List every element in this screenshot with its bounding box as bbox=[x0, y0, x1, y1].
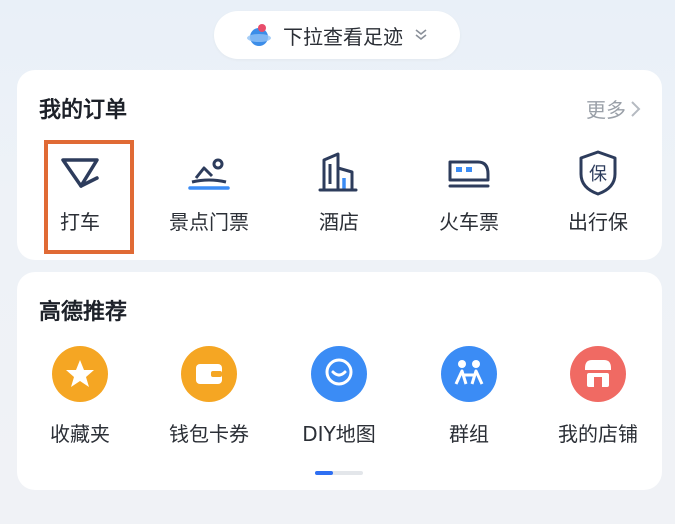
recommend-item-group[interactable]: 群组 bbox=[409, 344, 529, 447]
order-item-label: 出行保 bbox=[568, 210, 628, 234]
recommend-item-label: 钱包卡券 bbox=[169, 422, 249, 446]
scenic-ticket-icon bbox=[188, 158, 230, 190]
recommend-item-label: 群组 bbox=[449, 422, 489, 446]
order-item-train[interactable]: 火车票 bbox=[409, 148, 529, 235]
wallet-icon bbox=[181, 346, 237, 402]
order-item-label: 酒店 bbox=[319, 210, 359, 234]
more-label: 更多 bbox=[586, 98, 626, 122]
recommend-item-my-shop[interactable]: 我的店铺 bbox=[538, 344, 658, 447]
travel-insurance-icon: 保 bbox=[579, 150, 617, 196]
order-item-label: 火车票 bbox=[439, 210, 499, 234]
star-icon bbox=[52, 346, 108, 402]
recommend-item-label: 收藏夹 bbox=[50, 422, 110, 446]
map-pin-icon bbox=[311, 346, 367, 402]
recommend-item-label: DIY地图 bbox=[302, 422, 376, 446]
recommend-item-label: 我的店铺 bbox=[558, 422, 638, 446]
recommend-item-diy-map[interactable]: DIY地图 bbox=[279, 344, 399, 447]
recommend-item-wallet[interactable]: 钱包卡券 bbox=[149, 344, 269, 447]
hotel-icon bbox=[318, 152, 358, 192]
svg-text:保: 保 bbox=[589, 164, 607, 185]
order-item-travel-insurance[interactable]: 保 出行保 bbox=[538, 148, 658, 235]
page-indicator bbox=[315, 471, 363, 475]
more-orders-link[interactable]: 更多 bbox=[586, 94, 642, 123]
page-indicator-active bbox=[315, 471, 333, 475]
chevron-right-icon bbox=[631, 100, 641, 117]
footprint-pull-button[interactable]: 下拉查看足迹 bbox=[214, 11, 460, 59]
train-icon bbox=[448, 160, 490, 188]
double-chevron-down-icon bbox=[415, 29, 427, 41]
recommend-title: 高德推荐 bbox=[39, 300, 128, 325]
taxi-highlight-box bbox=[44, 140, 134, 254]
order-item-label: 景点门票 bbox=[169, 210, 249, 234]
recommend-card: 高德推荐 收藏夹 钱包卡券 DIY地图 群组 我的店铺 bbox=[17, 272, 662, 490]
my-orders-title: 我的订单 bbox=[39, 98, 128, 123]
group-icon bbox=[441, 346, 497, 402]
order-item-hotel[interactable]: 酒店 bbox=[279, 148, 399, 235]
recommend-item-favorites[interactable]: 收藏夹 bbox=[20, 344, 140, 447]
footprint-label: 下拉查看足迹 bbox=[283, 24, 403, 49]
shop-icon bbox=[570, 346, 626, 402]
footprint-logo-icon bbox=[247, 24, 271, 46]
order-item-scenic-ticket[interactable]: 景点门票 bbox=[149, 148, 269, 235]
